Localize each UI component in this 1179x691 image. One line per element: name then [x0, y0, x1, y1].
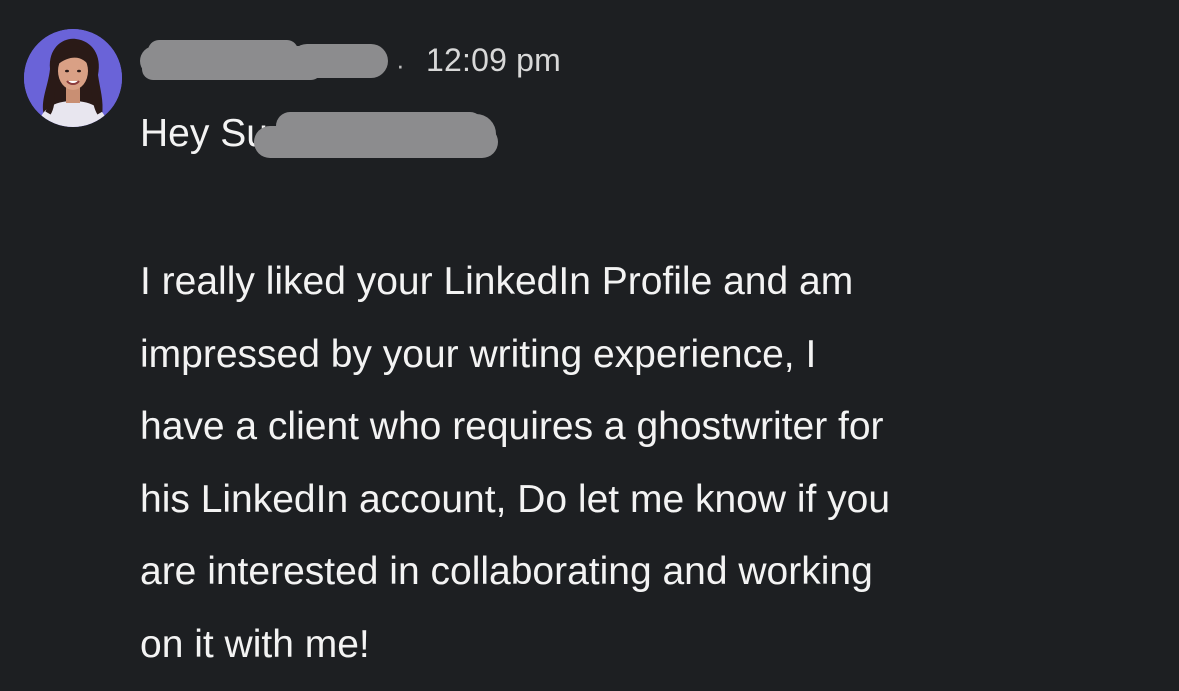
message-body-line: impressed by your writing experience, I: [140, 332, 817, 376]
message-body-line: his LinkedIn account, Do let me know if …: [140, 477, 891, 521]
message-body-line: are interested in collaborating and work…: [140, 550, 873, 593]
recipient-name-redacted: [254, 112, 498, 158]
sender-avatar[interactable]: [24, 29, 122, 127]
separator-dot: ·: [396, 50, 405, 80]
message-item: · 12:09 pm Hey Su I really liked your Li…: [0, 0, 1179, 691]
greeting-text: Hey Su: [140, 112, 268, 155]
message-header: · 12:09 pm: [140, 36, 840, 82]
message-body: I really liked your LinkedIn Profile and…: [140, 246, 1170, 681]
message-timestamp: 12:09 pm: [426, 42, 562, 78]
message-body-line: have a client who requires a ghostwriter…: [140, 405, 884, 448]
message-greeting: Hey Su: [140, 108, 520, 160]
message-body-line: on it with me!: [140, 622, 370, 666]
profile-photo-icon: [24, 29, 122, 127]
sender-name-redacted: [140, 36, 392, 80]
message-body-line: I really liked your LinkedIn Profile and…: [140, 260, 854, 303]
